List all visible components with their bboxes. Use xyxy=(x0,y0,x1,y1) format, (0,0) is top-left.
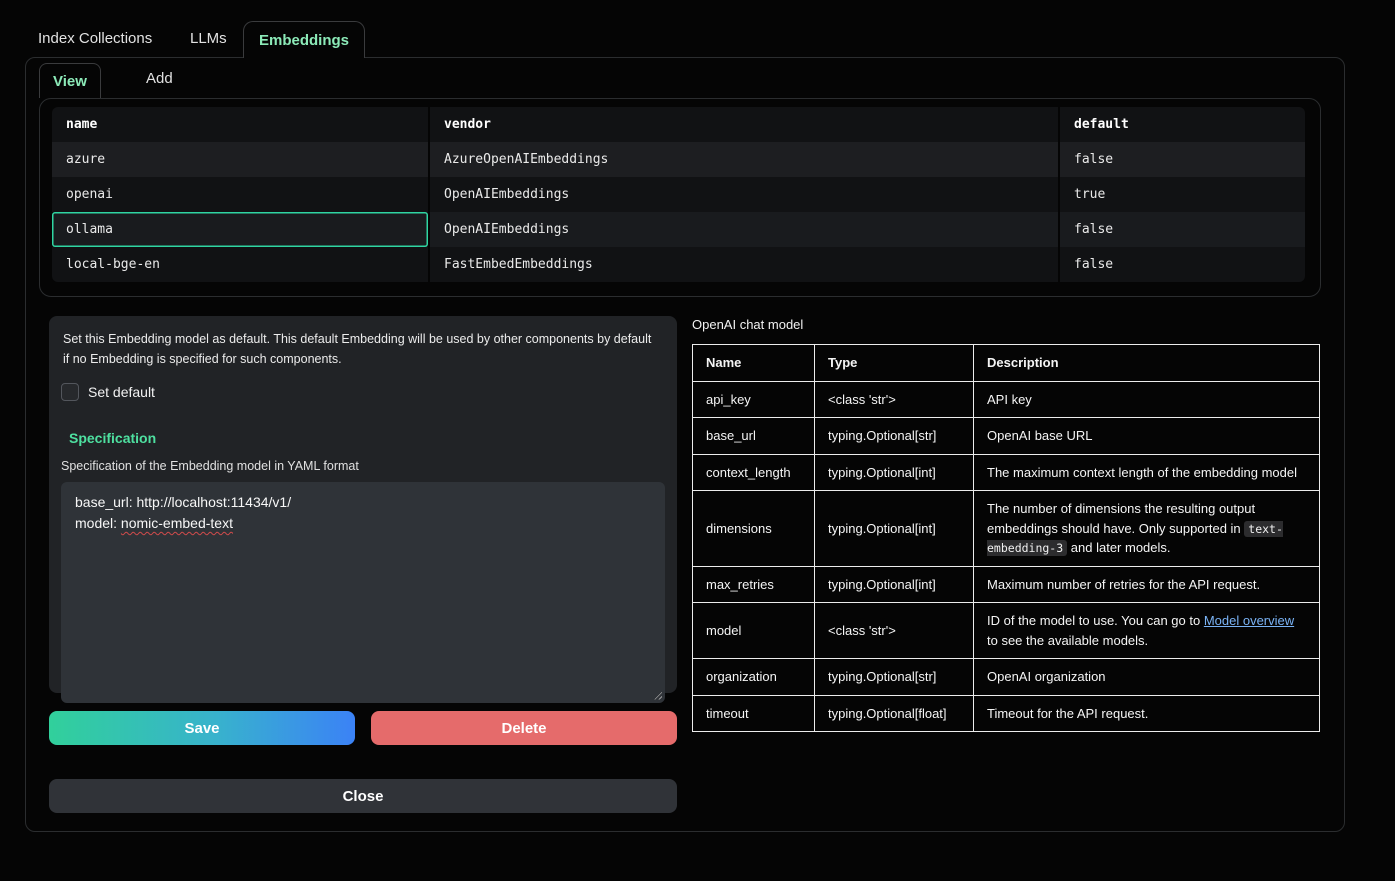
set-default-label: Set default xyxy=(88,384,155,400)
cell-name[interactable]: azure xyxy=(52,142,430,177)
param-row-base-url: base_url typing.Optional[str] OpenAI bas… xyxy=(693,418,1320,455)
param-type: typing.Optional[float] xyxy=(815,695,974,732)
param-name: max_retries xyxy=(693,566,815,603)
param-description: Maximum number of retries for the API re… xyxy=(974,566,1320,603)
param-description: OpenAI base URL xyxy=(974,418,1320,455)
close-button[interactable]: Close xyxy=(49,779,677,813)
set-default-checkbox[interactable] xyxy=(61,383,79,401)
yaml-spec-editor[interactable]: base_url: http://localhost:11434/v1/ mod… xyxy=(61,482,665,703)
param-name: dimensions xyxy=(693,491,815,567)
param-type: typing.Optional[int] xyxy=(815,566,974,603)
tab-embeddings[interactable]: Embeddings xyxy=(243,21,365,58)
embeddings-row-local-bge-en[interactable]: local-bge-en FastEmbedEmbeddings false xyxy=(52,247,1305,282)
param-description: The number of dimensions the resulting o… xyxy=(974,491,1320,567)
param-name: base_url xyxy=(693,418,815,455)
param-type: typing.Optional[str] xyxy=(815,659,974,696)
specification-subtext: Specification of the Embedding model in … xyxy=(61,459,677,473)
yaml-line: base_url: http://localhost:11434/v1/ xyxy=(75,492,651,514)
textarea-resize-handle[interactable] xyxy=(652,690,662,700)
embeddings-table: name vendor default azure AzureOpenAIEmb… xyxy=(52,107,1305,282)
param-name: api_key xyxy=(693,381,815,418)
cell-vendor[interactable]: OpenAIEmbeddings xyxy=(430,177,1060,212)
embeddings-tab-panel: View Add name vendor default azure Azure… xyxy=(25,57,1345,832)
param-type: <class 'str'> xyxy=(815,381,974,418)
misspelled-word: nomic-embed-text xyxy=(121,515,233,531)
param-description: OpenAI organization xyxy=(974,659,1320,696)
header-default: default xyxy=(1060,107,1305,142)
sub-tab-add[interactable]: Add xyxy=(146,70,173,87)
param-name: timeout xyxy=(693,695,815,732)
param-name: model xyxy=(693,603,815,659)
tab-llms[interactable]: LLMs xyxy=(190,30,227,47)
default-settings-panel: Set this Embedding model as default. Thi… xyxy=(49,316,677,693)
param-name: organization xyxy=(693,659,815,696)
param-description: ID of the model to use. You can go to Mo… xyxy=(974,603,1320,659)
save-button[interactable]: Save xyxy=(49,711,355,745)
param-row-timeout: timeout typing.Optional[float] Timeout f… xyxy=(693,695,1320,732)
param-row-context-length: context_length typing.Optional[int] The … xyxy=(693,454,1320,491)
header-name: name xyxy=(52,107,430,142)
param-row-max-retries: max_retries typing.Optional[int] Maximum… xyxy=(693,566,1320,603)
cell-default[interactable]: true xyxy=(1060,177,1305,212)
param-description: API key xyxy=(974,381,1320,418)
param-type: typing.Optional[str] xyxy=(815,418,974,455)
param-type: typing.Optional[int] xyxy=(815,454,974,491)
param-row-organization: organization typing.Optional[str] OpenAI… xyxy=(693,659,1320,696)
set-default-row: Set default xyxy=(61,383,677,401)
cell-name-selected[interactable]: ollama xyxy=(52,212,430,247)
param-type: typing.Optional[int] xyxy=(815,491,974,567)
cell-vendor[interactable]: OpenAIEmbeddings xyxy=(430,212,1060,247)
model-overview-link[interactable]: Model overview xyxy=(1204,613,1294,628)
delete-button[interactable]: Delete xyxy=(371,711,677,745)
params-table: Name Type Description api_key <class 'st… xyxy=(692,344,1320,732)
cell-vendor[interactable]: AzureOpenAIEmbeddings xyxy=(430,142,1060,177)
cell-name[interactable]: local-bge-en xyxy=(52,247,430,282)
default-info-text: Set this Embedding model as default. Thi… xyxy=(49,316,677,370)
header-vendor: vendor xyxy=(430,107,1060,142)
param-type: <class 'str'> xyxy=(815,603,974,659)
embeddings-row-openai[interactable]: openai OpenAIEmbeddings true xyxy=(52,177,1305,212)
param-row-model: model <class 'str'> ID of the model to u… xyxy=(693,603,1320,659)
embeddings-row-azure[interactable]: azure AzureOpenAIEmbeddings false xyxy=(52,142,1305,177)
sub-tab-view[interactable]: View xyxy=(39,63,101,98)
embeddings-table-wrapper: name vendor default azure AzureOpenAIEmb… xyxy=(39,98,1321,297)
embeddings-row-ollama-selected[interactable]: ollama OpenAIEmbeddings false xyxy=(52,212,1305,247)
cell-default[interactable]: false xyxy=(1060,212,1305,247)
cell-default[interactable]: false xyxy=(1060,142,1305,177)
cell-default[interactable]: false xyxy=(1060,247,1305,282)
params-header-type: Type xyxy=(815,345,974,382)
cell-name[interactable]: openai xyxy=(52,177,430,212)
param-row-dimensions: dimensions typing.Optional[int] The numb… xyxy=(693,491,1320,567)
param-description: The maximum context length of the embedd… xyxy=(974,454,1320,491)
params-title: OpenAI chat model xyxy=(692,317,803,332)
cell-vendor[interactable]: FastEmbedEmbeddings xyxy=(430,247,1060,282)
params-header-description: Description xyxy=(974,345,1320,382)
param-name: context_length xyxy=(693,454,815,491)
param-description: Timeout for the API request. xyxy=(974,695,1320,732)
params-header-row: Name Type Description xyxy=(693,345,1320,382)
params-header-name: Name xyxy=(693,345,815,382)
yaml-line: model: nomic-embed-text xyxy=(75,513,651,535)
specification-heading: Specification xyxy=(69,430,677,446)
tab-index-collections[interactable]: Index Collections xyxy=(38,30,152,47)
action-button-row: Save Delete xyxy=(49,711,677,745)
param-row-api-key: api_key <class 'str'> API key xyxy=(693,381,1320,418)
embeddings-header-row: name vendor default xyxy=(52,107,1305,142)
